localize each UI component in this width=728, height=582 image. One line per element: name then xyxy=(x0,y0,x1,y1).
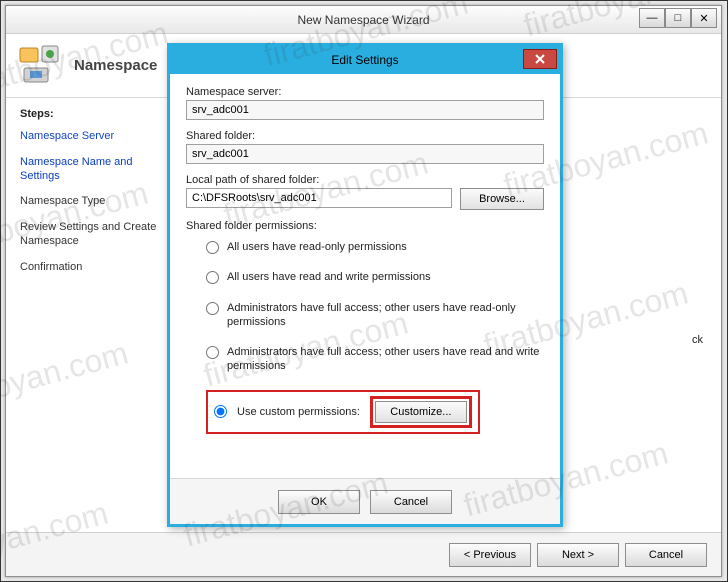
ns-server-label: Namespace server: xyxy=(186,86,544,98)
dialog-footer: OK Cancel xyxy=(170,478,560,524)
minimize-button[interactable]: — xyxy=(639,8,665,28)
steps-panel: Steps: Namespace Server Namespace Name a… xyxy=(6,98,166,532)
step-namespace-server[interactable]: Namespace Server xyxy=(20,130,158,144)
local-path-label: Local path of shared folder: xyxy=(186,174,544,186)
ns-server-field[interactable] xyxy=(186,100,544,120)
wizard-titlebar: New Namespace Wizard — □ ✕ xyxy=(6,6,721,34)
radio-admin-readonly[interactable] xyxy=(206,302,219,315)
radio-custom-label: Use custom permissions: xyxy=(237,406,360,418)
dialog-close-button[interactable] xyxy=(523,49,557,69)
radio-admin-readwrite[interactable] xyxy=(206,346,219,359)
custom-permissions-highlight: Use custom permissions: Customize... xyxy=(206,390,480,434)
step-review-create[interactable]: Review Settings and Create Namespace xyxy=(20,221,158,249)
dialog-title: Edit Settings xyxy=(170,53,560,67)
radio-custom[interactable] xyxy=(214,405,227,418)
namespace-wizard-icon xyxy=(18,44,62,88)
permissions-radio-group: All users have read-only permissions All… xyxy=(186,240,544,434)
close-button[interactable]: ✕ xyxy=(691,8,717,28)
step-confirmation[interactable]: Confirmation xyxy=(20,261,158,275)
ok-button[interactable]: OK xyxy=(278,490,360,514)
step-namespace-name-settings[interactable]: Namespace Name and Settings xyxy=(20,156,158,184)
step-namespace-type[interactable]: Namespace Type xyxy=(20,195,158,209)
close-icon xyxy=(534,53,546,65)
previous-button[interactable]: < Previous xyxy=(449,543,531,567)
browse-button[interactable]: Browse... xyxy=(460,188,544,210)
steps-title: Steps: xyxy=(20,108,158,120)
partial-text: ck xyxy=(692,334,703,346)
shared-folder-field[interactable] xyxy=(186,144,544,164)
cancel-button[interactable]: Cancel xyxy=(625,543,707,567)
next-button[interactable]: Next > xyxy=(537,543,619,567)
radio-readonly-label: All users have read-only permissions xyxy=(227,240,544,254)
radio-readwrite[interactable] xyxy=(206,271,219,284)
dialog-cancel-button[interactable]: Cancel xyxy=(370,490,452,514)
dialog-body: Namespace server: Shared folder: Local p… xyxy=(170,74,560,478)
wizard-header-title: Namespace xyxy=(74,57,157,74)
dialog-titlebar: Edit Settings xyxy=(170,46,560,74)
permissions-label: Shared folder permissions: xyxy=(186,220,544,232)
wizard-title: New Namespace Wizard xyxy=(6,13,721,27)
maximize-button[interactable]: □ xyxy=(665,8,691,28)
radio-readonly[interactable] xyxy=(206,241,219,254)
radio-admin-readwrite-label: Administrators have full access; other u… xyxy=(227,345,544,374)
customize-button[interactable]: Customize... xyxy=(375,401,467,423)
customize-button-highlight: Customize... xyxy=(370,396,472,428)
local-path-field[interactable] xyxy=(186,188,452,208)
edit-settings-dialog: Edit Settings Namespace server: Shared f… xyxy=(167,43,563,527)
shared-folder-label: Shared folder: xyxy=(186,130,544,142)
radio-admin-readonly-label: Administrators have full access; other u… xyxy=(227,301,544,330)
caption-buttons: — □ ✕ xyxy=(639,8,717,28)
wizard-footer: < Previous Next > Cancel xyxy=(6,532,721,576)
radio-readwrite-label: All users have read and write permission… xyxy=(227,270,544,284)
